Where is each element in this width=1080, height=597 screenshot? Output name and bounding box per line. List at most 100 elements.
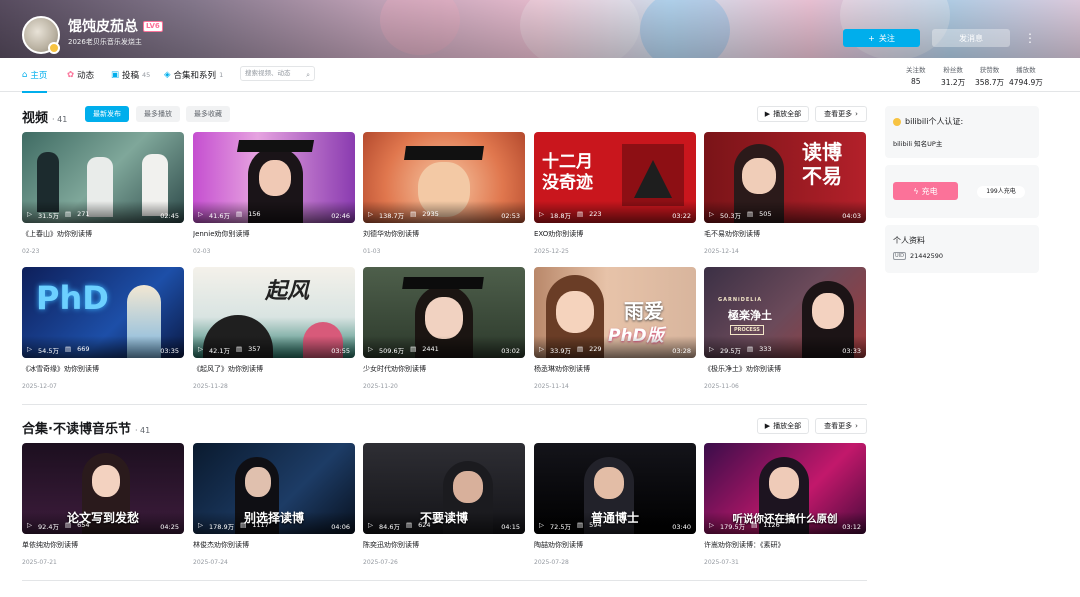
danmaku-count: 654 (77, 521, 90, 529)
video-thumbnail[interactable]: ▷ 138.7万 ▤ 2935 02:53 (363, 132, 525, 223)
collection-see-more-button[interactable]: 查看更多 › (815, 418, 867, 434)
video-title[interactable]: 少女时代劝你别读博 (363, 364, 525, 374)
video-title[interactable]: EXO劝你别读博 (534, 229, 696, 239)
danmaku-icon: ▤ (405, 521, 413, 529)
message-button[interactable]: 发消息 (932, 29, 1010, 47)
video-title[interactable]: 《起风了》劝你别读博 (193, 364, 355, 374)
charge-count[interactable]: 199人充电 (977, 186, 1025, 198)
plus-icon: + (868, 33, 875, 43)
tab-collections[interactable]: ◈ 合集和系列 1 (164, 69, 223, 81)
video-card[interactable]: 读博 不易 ▷ 50.3万 ▤ 505 04:03 毛不易劝你别读博 2025-12-… (704, 132, 866, 255)
video-title[interactable]: 刘德华劝你别读博 (363, 229, 525, 239)
video-date: 02-23 (22, 248, 40, 255)
video-title[interactable]: 《冰雪奇缘》劝你别读博 (22, 364, 184, 374)
video-thumbnail[interactable]: 听说你还在搞什么原创 ▷ 179.5万 ▤ 1126 03:12 (704, 443, 866, 534)
play-count-icon: ▷ (539, 345, 544, 353)
video-card[interactable]: 起风 ▷ 42.1万 ▤ 357 03:55 《起风了》劝你别读博 2025-11-2… (193, 267, 355, 390)
play-count: 29.5万 (720, 347, 741, 355)
collection-play-all-button[interactable]: ▶ 播放全部 (757, 418, 809, 434)
stat-value: 31.2万 (941, 78, 966, 87)
video-title[interactable]: Jennie劝你别读博 (193, 229, 355, 239)
video-date: 01-03 (363, 248, 381, 255)
video-card[interactable]: 听说你还在搞什么原创 ▷ 179.5万 ▤ 1126 03:12 许嵩劝你别读博：《素… (704, 443, 866, 566)
section-count-value: 41 (140, 426, 151, 435)
see-more-button[interactable]: 查看更多 › (815, 106, 867, 122)
video-thumbnail[interactable]: 论文写到发愁 ▷ 92.4万 ▤ 654 04:25 (22, 443, 184, 534)
thumbnail-text: 雨爱 (624, 299, 664, 323)
video-card[interactable]: ▷ 41.6万 ▤ 156 02:46 Jennie劝你别读博 02-03 (193, 132, 355, 255)
video-meta: ▷ 31.5万 ▤ 271 (27, 210, 90, 220)
stat-fans[interactable]: 粉丝数 31.2万 (941, 64, 965, 88)
stat-label: 获赞数 (979, 66, 1000, 74)
video-card[interactable]: 论文写到发愁 ▷ 92.4万 ▤ 654 04:25 单依纯劝你别读博 2025-07… (22, 443, 184, 566)
play-count-icon: ▷ (368, 345, 373, 353)
video-title[interactable]: 《上春山》劝你别读博 (22, 229, 184, 239)
sort-latest-button[interactable]: 最新发布 (85, 106, 129, 122)
play-count-icon: ▷ (198, 210, 203, 218)
play-count-icon: ▷ (539, 210, 544, 218)
video-card[interactable]: ▷ 509.6万 ▤ 2441 03:02 少女时代劝你别读博 2025-11-20 (363, 267, 525, 390)
video-thumbnail[interactable]: 别选择读博 ▷ 178.9万 ▤ 1117 04:06 (193, 443, 355, 534)
uid-icon: UID (893, 252, 906, 260)
video-card[interactable]: 不要读博 ▷ 84.6万 ▤ 624 04:15 陈奕迅劝你别读博 2025-07-2… (363, 443, 525, 566)
danmaku-icon: ▤ (64, 210, 72, 218)
video-title[interactable]: 杨丞琳劝你别读博 (534, 364, 696, 374)
profile-info-box: 个人资料 UID 21442590 (885, 225, 1039, 273)
search-icon[interactable]: ⌕ (306, 69, 310, 82)
stat-value: 85 (910, 77, 921, 86)
video-date: 2025-11-28 (193, 383, 228, 390)
video-title[interactable]: 许嵩劝你别读博：《素研》 (704, 540, 866, 550)
video-meta: ▷ 41.6万 ▤ 156 (198, 210, 261, 220)
video-meta: ▷ 18.8万 ▤ 223 (539, 210, 602, 220)
more-options-icon[interactable]: ⋮ (1024, 29, 1036, 47)
video-thumbnail[interactable]: 不要读博 ▷ 84.6万 ▤ 624 04:15 (363, 443, 525, 534)
danmaku-count: 624 (418, 521, 431, 529)
video-card[interactable]: 别选择读博 ▷ 178.9万 ▤ 1117 04:06 林俊杰劝你别读博 2025-0… (193, 443, 355, 566)
avatar[interactable] (22, 16, 60, 54)
video-thumbnail[interactable]: 起风 ▷ 42.1万 ▤ 357 03:55 (193, 267, 355, 358)
verification-box: bilibili个人认证: bilibili 知名UP主 (885, 106, 1039, 158)
play-count: 33.9万 (550, 347, 571, 355)
video-card[interactable]: ▷ 138.7万 ▤ 2935 02:53 刘德华劝你别读博 01-03 (363, 132, 525, 255)
layers-icon: ◈ (164, 70, 171, 80)
video-thumbnail[interactable]: 十二月 没奇迹 ▷ 18.8万 ▤ 223 03:22 (534, 132, 696, 223)
tab-home[interactable]: ⌂ 主页 (22, 69, 48, 93)
video-thumbnail[interactable]: 雨爱 PhD版 ▷33.9万▤229 03:28 (534, 267, 696, 358)
sort-most-played-button[interactable]: 最多播放 (136, 106, 180, 122)
danmaku-icon: ▤ (235, 210, 243, 218)
tab-uploads[interactable]: ▣ 投稿 45 (111, 69, 150, 81)
video-thumbnail[interactable]: PhD ▷ 54.5万 ▤ 669 03:35 (22, 267, 184, 358)
level-badge: LV6 (143, 20, 163, 32)
video-thumbnail[interactable]: ▷ 41.6万 ▤ 156 02:46 (193, 132, 355, 223)
video-card[interactable]: PhD ▷ 54.5万 ▤ 669 03:35 《冰雪奇缘》劝你别读博 2025-12… (22, 267, 184, 390)
stat-following[interactable]: 关注数 85 (906, 64, 926, 86)
tab-dynamic[interactable]: ✿ 动态 (67, 69, 94, 81)
video-thumbnail[interactable]: 普通博士 ▷ 72.5万 ▤ 594 03:40 (534, 443, 696, 534)
video-title[interactable]: 单依纯劝你别读博 (22, 540, 184, 550)
video-title[interactable]: 毛不易劝你别读博 (704, 229, 866, 239)
collection-section-title[interactable]: 合集·不读博音乐节 · 41 (22, 418, 150, 437)
charge-button[interactable]: ϟ 充电 (893, 182, 958, 200)
video-title[interactable]: 陈奕迅劝你别读博 (363, 540, 525, 550)
video-title[interactable]: 林俊杰劝你别读博 (193, 540, 355, 550)
uid-value[interactable]: 21442590 (910, 252, 943, 260)
video-card[interactable]: ▷ 31.5万 ▤ 271 02:45 《上春山》劝你别读博 02-23 (22, 132, 184, 255)
video-thumbnail[interactable]: ▷ 31.5万 ▤ 271 02:45 (22, 132, 184, 223)
video-thumbnail[interactable]: 读博 不易 ▷ 50.3万 ▤ 505 04:03 (704, 132, 866, 223)
video-card[interactable]: GARNiDELiA 極楽浄土 PROCESS ▷ 29.5万 ▤ 333 03:33… (704, 267, 866, 390)
play-count-icon: ▷ (198, 345, 203, 353)
follow-button[interactable]: + 关注 (843, 29, 920, 47)
video-thumbnail[interactable]: GARNiDELiA 極楽浄土 PROCESS ▷ 29.5万 ▤ 333 03:33 (704, 267, 866, 358)
search-input[interactable]: 搜索视频、动态 ⌕ (240, 66, 315, 81)
video-thumbnail[interactable]: ▷ 509.6万 ▤ 2441 03:02 (363, 267, 525, 358)
video-card[interactable]: 雨爱 PhD版 ▷33.9万▤229 03:28 杨丞琳劝你别读博 2025-1… (534, 267, 696, 390)
video-duration: 04:15 (501, 523, 520, 531)
video-title[interactable]: 《极乐净土》劝你别读博 (704, 364, 866, 374)
play-count-icon: ▷ (539, 521, 544, 529)
video-title[interactable]: 陶喆劝你别读博 (534, 540, 696, 550)
video-card[interactable]: 普通博士 ▷ 72.5万 ▤ 594 03:40 陶喆劝你别读博 2025-07-28 (534, 443, 696, 566)
video-card[interactable]: 十二月 没奇迹 ▷ 18.8万 ▤ 223 03:22 EXO劝你别读博 2025-1… (534, 132, 696, 255)
play-all-button[interactable]: ▶ 播放全部 (757, 106, 809, 122)
danmaku-count: 594 (589, 521, 602, 529)
sort-most-favorited-button[interactable]: 最多收藏 (186, 106, 230, 122)
